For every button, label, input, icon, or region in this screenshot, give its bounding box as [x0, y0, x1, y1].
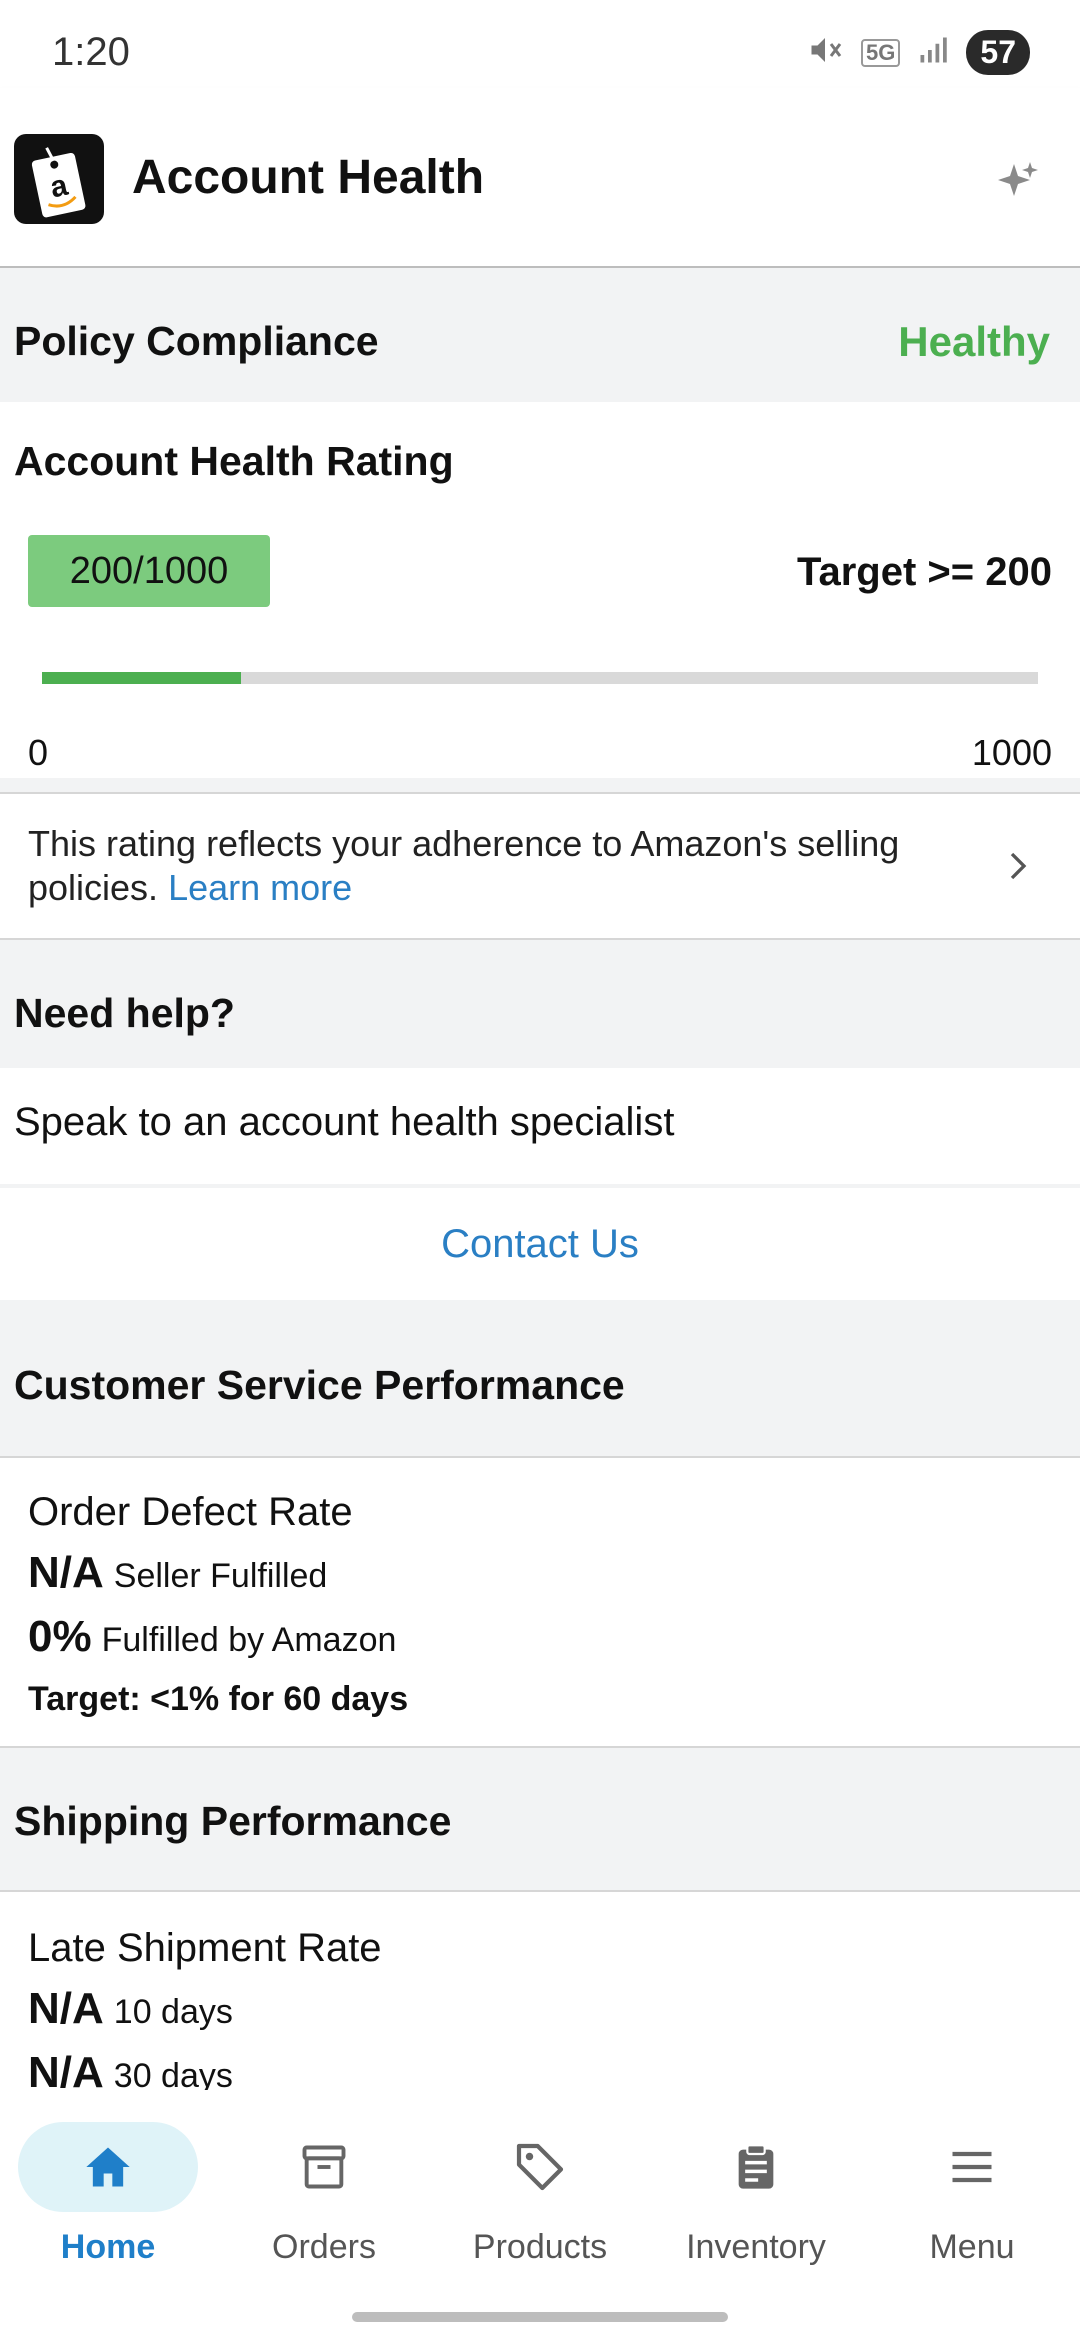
rating-axis-min: 0	[28, 732, 49, 773]
orders-box-icon	[234, 2122, 414, 2212]
policy-compliance-section: Policy Compliance Healthy	[0, 268, 1080, 402]
policy-compliance-title: Policy Compliance	[14, 318, 379, 364]
late-shipment-30-value: N/A	[28, 2048, 104, 2090]
nav-products[interactable]: Products	[432, 2104, 648, 2266]
hamburger-menu-icon	[882, 2122, 1062, 2212]
nav-menu-label: Menu	[929, 2228, 1015, 2266]
shipping-section: Shipping Performance	[0, 1748, 1080, 1890]
customer-service-section: Customer Service Performance	[0, 1300, 1080, 1456]
rating-progress-fill	[42, 672, 242, 684]
late-shipment-30-label: 30 days	[113, 2057, 233, 2090]
rating-axis-max: 1000	[971, 732, 1052, 773]
fba-label: Fulfilled by Amazon	[101, 1621, 397, 1659]
spacer	[0, 778, 1080, 792]
rating-progress-track	[42, 672, 1038, 684]
battery-indicator: 57	[966, 30, 1030, 75]
status-time: 1:20	[52, 30, 130, 74]
nav-menu[interactable]: Menu	[864, 2104, 1080, 2266]
late-shipment-row-10: N/A 10 days	[28, 1984, 233, 2034]
amazon-tag-icon: a	[14, 134, 104, 224]
nav-inventory-label: Inventory	[686, 2228, 826, 2266]
need-help-section: Need help?	[0, 940, 1080, 1068]
late-shipment-row-30: N/A 30 days	[28, 2048, 233, 2090]
page-title: Account Health	[132, 151, 485, 204]
seller-fulfilled-value: N/A	[28, 1548, 104, 1597]
speak-specialist-text: Speak to an account health specialist	[14, 1100, 675, 1144]
seller-fulfilled-label: Seller Fulfilled	[113, 1557, 328, 1595]
fba-value: 0%	[28, 1612, 92, 1661]
rating-title: Account Health Rating	[14, 438, 454, 484]
nav-home[interactable]: Home	[0, 2104, 216, 2266]
need-help-title: Need help?	[14, 990, 235, 1036]
nav-orders[interactable]: Orders	[216, 2104, 432, 2266]
rating-info-text: This rating reflects your adherence to A…	[28, 822, 968, 910]
clipboard-icon	[666, 2122, 846, 2212]
status-bar: 1:20 5G 57	[0, 0, 1080, 88]
status-icons: 5G 57	[807, 30, 1030, 75]
mute-icon	[807, 32, 843, 73]
tag-icon	[450, 2122, 630, 2212]
seller-fulfilled-row: N/A Seller Fulfilled	[28, 1548, 327, 1598]
shipping-title: Shipping Performance	[14, 1798, 452, 1844]
nav-home-label: Home	[60, 2228, 156, 2266]
rating-target: Target >= 200	[797, 550, 1052, 594]
chevron-right-icon[interactable]	[1000, 848, 1036, 889]
customer-service-title: Customer Service Performance	[14, 1362, 625, 1408]
nav-inventory[interactable]: Inventory	[648, 2104, 864, 2266]
contact-us-button[interactable]: Contact Us	[0, 1222, 1080, 1267]
order-defect-target: Target: <1% for 60 days	[28, 1680, 409, 1718]
nav-products-label: Products	[472, 2228, 608, 2266]
late-shipment-10-label: 10 days	[113, 1993, 233, 2031]
network-5g-icon: 5G	[861, 38, 901, 67]
rating-score-badge: 200/1000	[28, 535, 270, 607]
late-shipment-10-value: N/A	[28, 1984, 104, 2033]
bottom-navigation: Home Orders Products Inventory Menu	[0, 2090, 1080, 2340]
sparkle-icon[interactable]	[994, 158, 1042, 211]
late-shipment-card[interactable]: Late Shipment Rate N/A 10 days N/A 30 days	[0, 1892, 1080, 2090]
app-bar: a Account Health	[0, 88, 1080, 268]
signal-icon	[918, 35, 948, 70]
policy-status-badge: Healthy	[898, 318, 1050, 365]
gesture-home-bar[interactable]	[352, 2312, 728, 2322]
learn-more-link[interactable]: Learn more	[168, 867, 352, 908]
home-icon	[18, 2122, 198, 2212]
nav-orders-label: Orders	[272, 2228, 376, 2266]
late-shipment-title: Late Shipment Rate	[28, 1926, 382, 1970]
rating-info-body: This rating reflects your adherence to A…	[28, 823, 900, 908]
fba-row: 0% Fulfilled by Amazon	[28, 1612, 396, 1662]
order-defect-rate-title: Order Defect Rate	[28, 1490, 353, 1534]
